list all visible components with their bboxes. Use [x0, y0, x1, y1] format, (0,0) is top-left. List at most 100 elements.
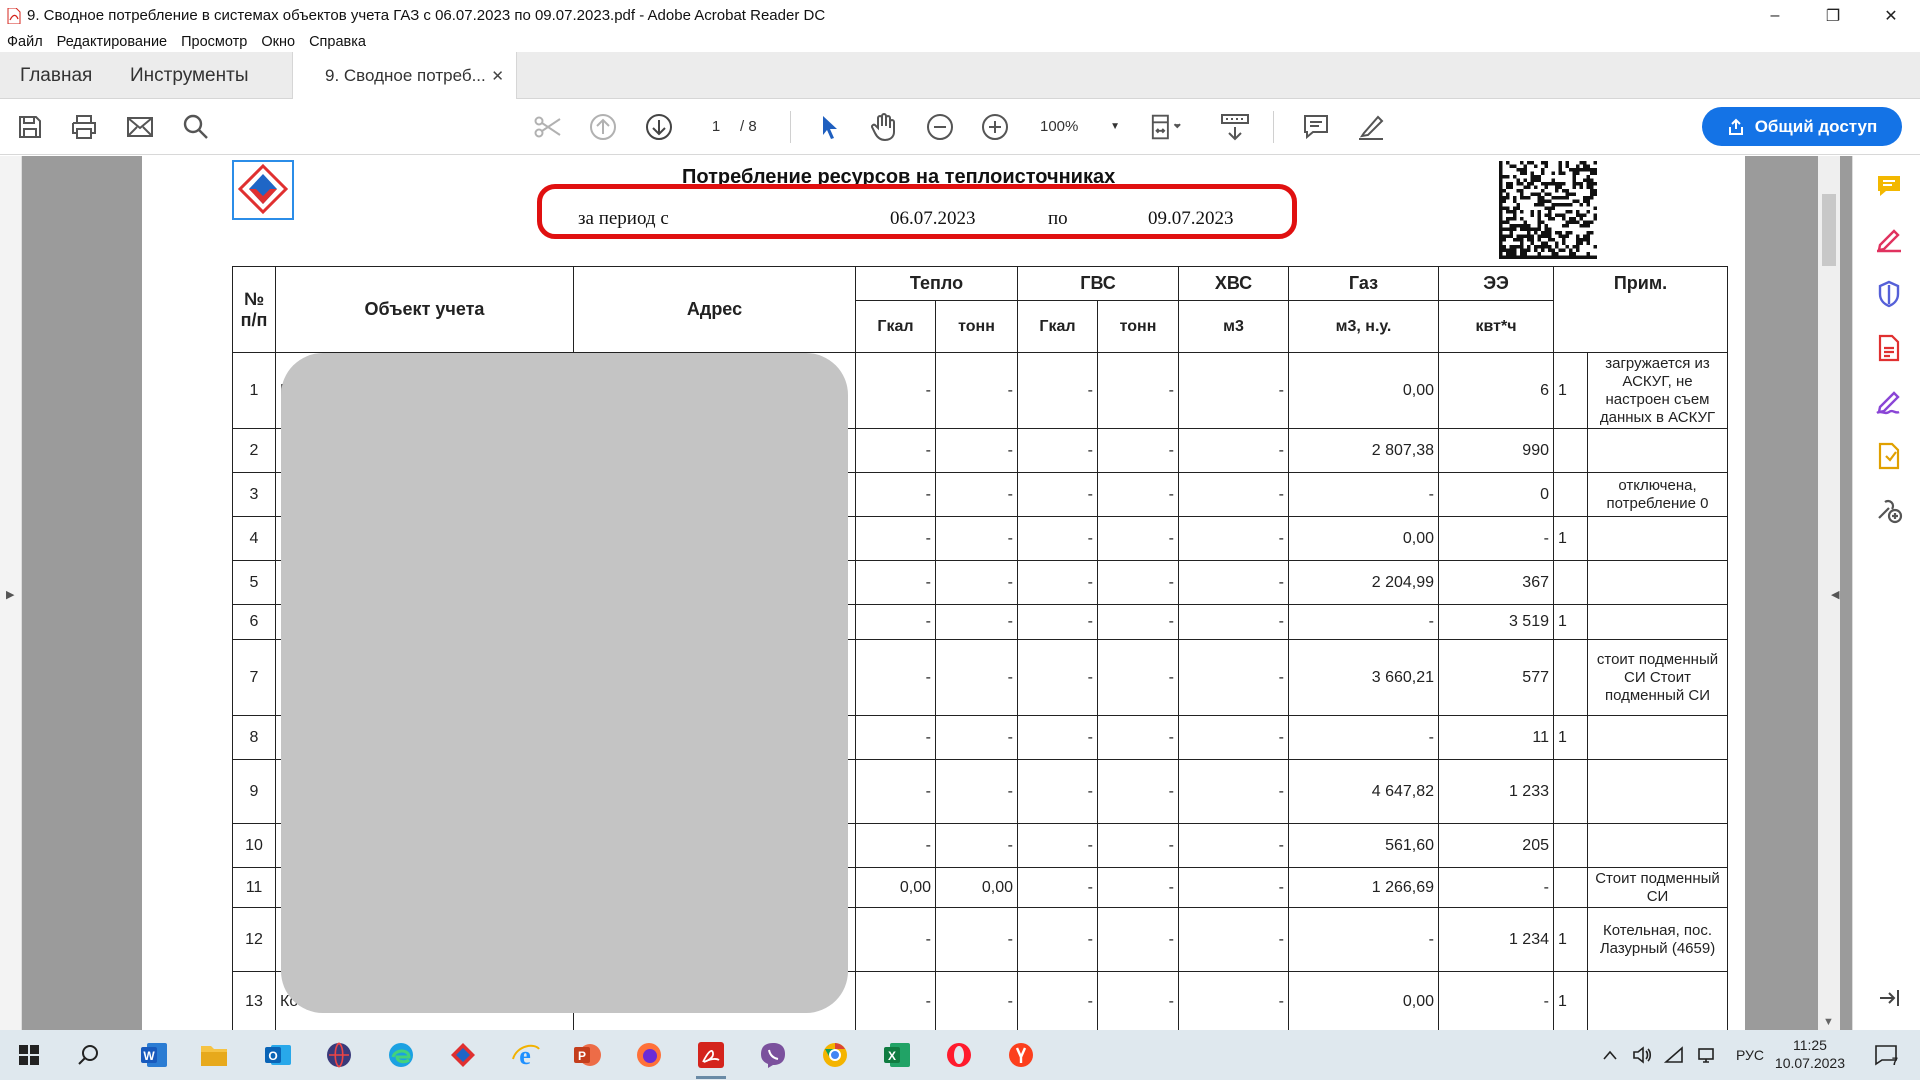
comment-icon[interactable] [1300, 111, 1332, 143]
next-page-icon[interactable] [643, 111, 675, 143]
volume-icon[interactable] [1630, 1038, 1654, 1072]
tab-tools[interactable]: Инструменты [130, 52, 248, 99]
edge-browser-icon[interactable] [384, 1038, 418, 1072]
zoom-in-icon[interactable] [979, 111, 1011, 143]
email-icon[interactable] [124, 111, 156, 143]
cell-note [1587, 560, 1728, 605]
maximize-button[interactable]: ❐ [1804, 0, 1862, 31]
cell-row-number: 6 [232, 604, 276, 640]
chrome-browser-icon[interactable] [818, 1038, 852, 1072]
redaction-block [281, 353, 848, 1013]
outlook-app-icon[interactable]: O [261, 1038, 295, 1072]
windows-start-icon[interactable] [12, 1038, 46, 1072]
left-panel-toggle[interactable]: ▶ [0, 156, 22, 1030]
page-number-input[interactable]: 1 [696, 115, 736, 139]
title-bar: 9. Сводное потребление в системах объект… [0, 0, 1920, 31]
zoom-select[interactable]: 100% ▼ [1040, 115, 1120, 139]
language-indicator[interactable]: РУС [1730, 1038, 1770, 1072]
protect-shield-icon[interactable] [1875, 280, 1903, 308]
header-gas: Газ [1288, 266, 1439, 301]
acrobat-taskbar-icon[interactable] [694, 1038, 728, 1079]
search-icon[interactable] [180, 111, 212, 143]
cell-heat-gcal: - [855, 907, 936, 972]
powerpoint-app-icon[interactable]: P [570, 1038, 604, 1072]
highlight-pen-icon[interactable] [1355, 111, 1387, 143]
read-mode-icon[interactable] [1219, 111, 1251, 143]
print-icon[interactable] [68, 111, 100, 143]
zoom-out-icon[interactable] [924, 111, 956, 143]
comment-tool-icon[interactable] [1875, 172, 1903, 200]
clock[interactable]: 11:25 10.07.2023 [1775, 1036, 1845, 1072]
close-window-button[interactable]: ✕ [1862, 0, 1920, 31]
cell-ee-kwh: 367 [1438, 560, 1554, 605]
menu-help[interactable]: Справка [302, 34, 373, 50]
notification-center-icon[interactable]: 7 [1868, 1038, 1904, 1072]
expand-left-icon[interactable]: ▶ [6, 588, 14, 601]
yandex-browser-icon[interactable] [1004, 1038, 1038, 1072]
more-tools-icon[interactable] [1875, 496, 1903, 524]
cell-ee-kwh: 11 [1438, 715, 1554, 760]
toolbar: 1 / 8 100% ▼ Общий доступ [0, 99, 1920, 155]
minimize-button[interactable]: – [1746, 0, 1804, 31]
toolbar-separator [790, 111, 791, 143]
header-address: Адрес [573, 266, 856, 353]
cell-gas-m3: - [1288, 715, 1439, 760]
cell-hvs-m3: - [1178, 472, 1289, 517]
select-cursor-icon[interactable] [814, 111, 846, 143]
scroll-down-icon[interactable]: ▼ [1823, 1016, 1834, 1028]
menu-view[interactable]: Просмотр [174, 34, 254, 50]
cell-gvs-ton: - [1097, 823, 1179, 868]
wifi-icon[interactable] [1662, 1038, 1686, 1072]
request-signature-icon[interactable] [1875, 388, 1903, 416]
cell-gvs-gcal: - [1017, 516, 1098, 561]
network-icon[interactable] [1694, 1038, 1718, 1072]
cell-ee-kwh: 0 [1438, 472, 1554, 517]
internet-explorer-icon[interactable]: e [508, 1038, 542, 1072]
opera-browser-icon[interactable] [942, 1038, 976, 1072]
cell-row-number: 3 [232, 472, 276, 517]
collapse-panel-icon[interactable] [1875, 984, 1903, 1012]
tab-home[interactable]: Главная [20, 52, 92, 99]
menu-file[interactable]: Файл [0, 34, 50, 50]
menu-edit[interactable]: Редактирование [50, 34, 174, 50]
cell-ee-kwh: - [1438, 516, 1554, 561]
date-from: 06.07.2023 [890, 208, 976, 229]
cell-ee-kwh: - [1438, 867, 1554, 908]
cell-note [1587, 715, 1728, 760]
menu-window[interactable]: Окно [254, 34, 302, 50]
fill-sign-icon[interactable] [1875, 226, 1903, 254]
scroll-thumb[interactable] [1822, 194, 1836, 266]
globe-app-icon[interactable] [322, 1038, 356, 1072]
tab-document[interactable]: 9. Сводное потреб... ✕ [292, 52, 517, 100]
previous-page-icon[interactable] [587, 111, 619, 143]
company-app-icon[interactable] [446, 1038, 480, 1072]
collapse-right-icon[interactable]: ◀ [1831, 588, 1839, 601]
hand-tool-icon[interactable] [868, 111, 900, 143]
firefox-browser-icon[interactable] [632, 1038, 666, 1072]
word-app-icon[interactable]: W [137, 1038, 171, 1072]
share-button[interactable]: Общий доступ [1702, 107, 1902, 146]
fit-page-icon[interactable] [1150, 111, 1182, 143]
share-icon [1728, 118, 1743, 135]
export-pdf-icon[interactable] [1875, 334, 1903, 362]
organize-pages-icon[interactable] [1875, 442, 1903, 470]
cell-heat-gcal: - [855, 639, 936, 716]
tray-chevron-up-icon[interactable] [1600, 1038, 1620, 1072]
taskbar-search-icon[interactable] [72, 1038, 106, 1072]
pdf-page: Потребление ресурсов на теплоисточниках … [142, 156, 1745, 1030]
cell-note [1587, 823, 1728, 868]
file-explorer-icon[interactable] [197, 1038, 231, 1072]
cell-gvs-gcal: - [1017, 971, 1098, 1030]
cell-ee-kwh: 6 [1438, 352, 1554, 429]
cell-hvs-m3: - [1178, 759, 1289, 824]
chevron-down-icon: ▼ [1110, 121, 1120, 132]
close-tab-icon[interactable]: ✕ [491, 67, 504, 85]
cell-heat-gcal: - [855, 759, 936, 824]
viber-app-icon[interactable] [756, 1038, 790, 1072]
tab-bar: Главная Инструменты 9. Сводное потреб...… [0, 52, 1920, 100]
scissors-icon[interactable] [532, 111, 564, 143]
excel-app-icon[interactable]: X [880, 1038, 914, 1072]
cell-gvs-gcal: - [1017, 823, 1098, 868]
save-icon[interactable] [14, 111, 46, 143]
cell-note [1587, 604, 1728, 640]
